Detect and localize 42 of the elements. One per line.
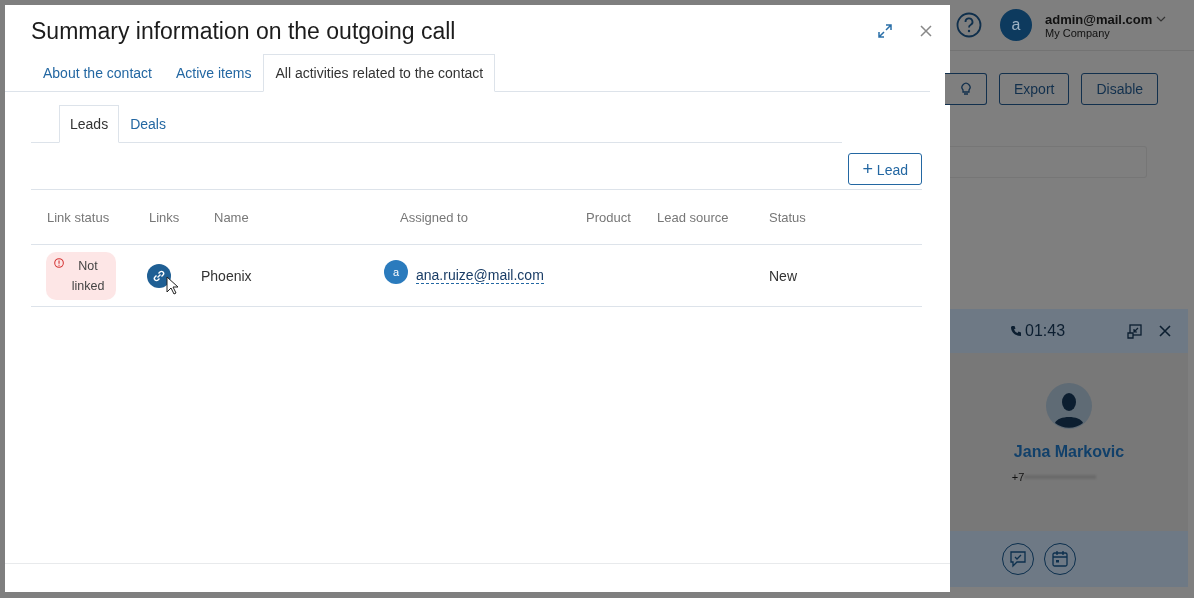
chat-check-icon [1009,550,1027,568]
tab[interactable]: Deals [119,105,177,143]
close-icon[interactable] [919,24,933,38]
toolbar-button[interactable]: Disable [1081,73,1159,105]
tab[interactable]: About the contact [31,54,164,92]
close-icon[interactable] [1159,325,1171,337]
user-email[interactable]: admin@mail.com [1045,11,1153,27]
cursor-icon [166,275,180,296]
call-timer: 01:43 [1010,322,1066,340]
add-lead-button[interactable]: + Lead [848,153,922,185]
phone-number: +7 [1011,471,1025,483]
table-cell-text: New [768,267,798,284]
badge-text: Not linked [70,257,106,295]
company-name: My Company [1045,26,1111,39]
column-header: Name [213,209,250,225]
dialog-title: Summary information on the outgoing call [31,17,456,45]
tab[interactable]: Active items [163,54,264,92]
user-avatar[interactable]: a [1000,9,1032,41]
warning-icon [54,255,65,270]
calendar-icon [1051,550,1069,568]
bulb-icon [959,82,972,96]
user-link[interactable]: ana.ruize@mail.com [416,267,544,284]
toolbar-button[interactable]: Export [999,73,1070,105]
column-header: Links [148,209,181,225]
column-header: Assigned to [399,209,469,225]
table-cell-text: Phoenix [200,267,253,284]
expand-icon[interactable] [877,23,893,39]
tab[interactable]: All activities related to the contact [263,54,496,92]
hint-button[interactable] [945,73,987,105]
column-header: Lead source [656,209,730,225]
column-header: Link status [46,209,111,225]
link-icon[interactable] [147,263,171,288]
column-header: Status [768,209,807,225]
avatar: a [384,259,408,284]
tab[interactable]: Leads [59,105,120,143]
avatar-icon [1046,383,1092,429]
phone-icon [1010,325,1022,337]
minimize-icon[interactable] [1127,323,1143,339]
column-header: Product [585,209,632,225]
help-icon[interactable] [956,12,982,38]
input-field[interactable] [950,146,1147,178]
chevron-down-icon[interactable] [1156,16,1167,22]
